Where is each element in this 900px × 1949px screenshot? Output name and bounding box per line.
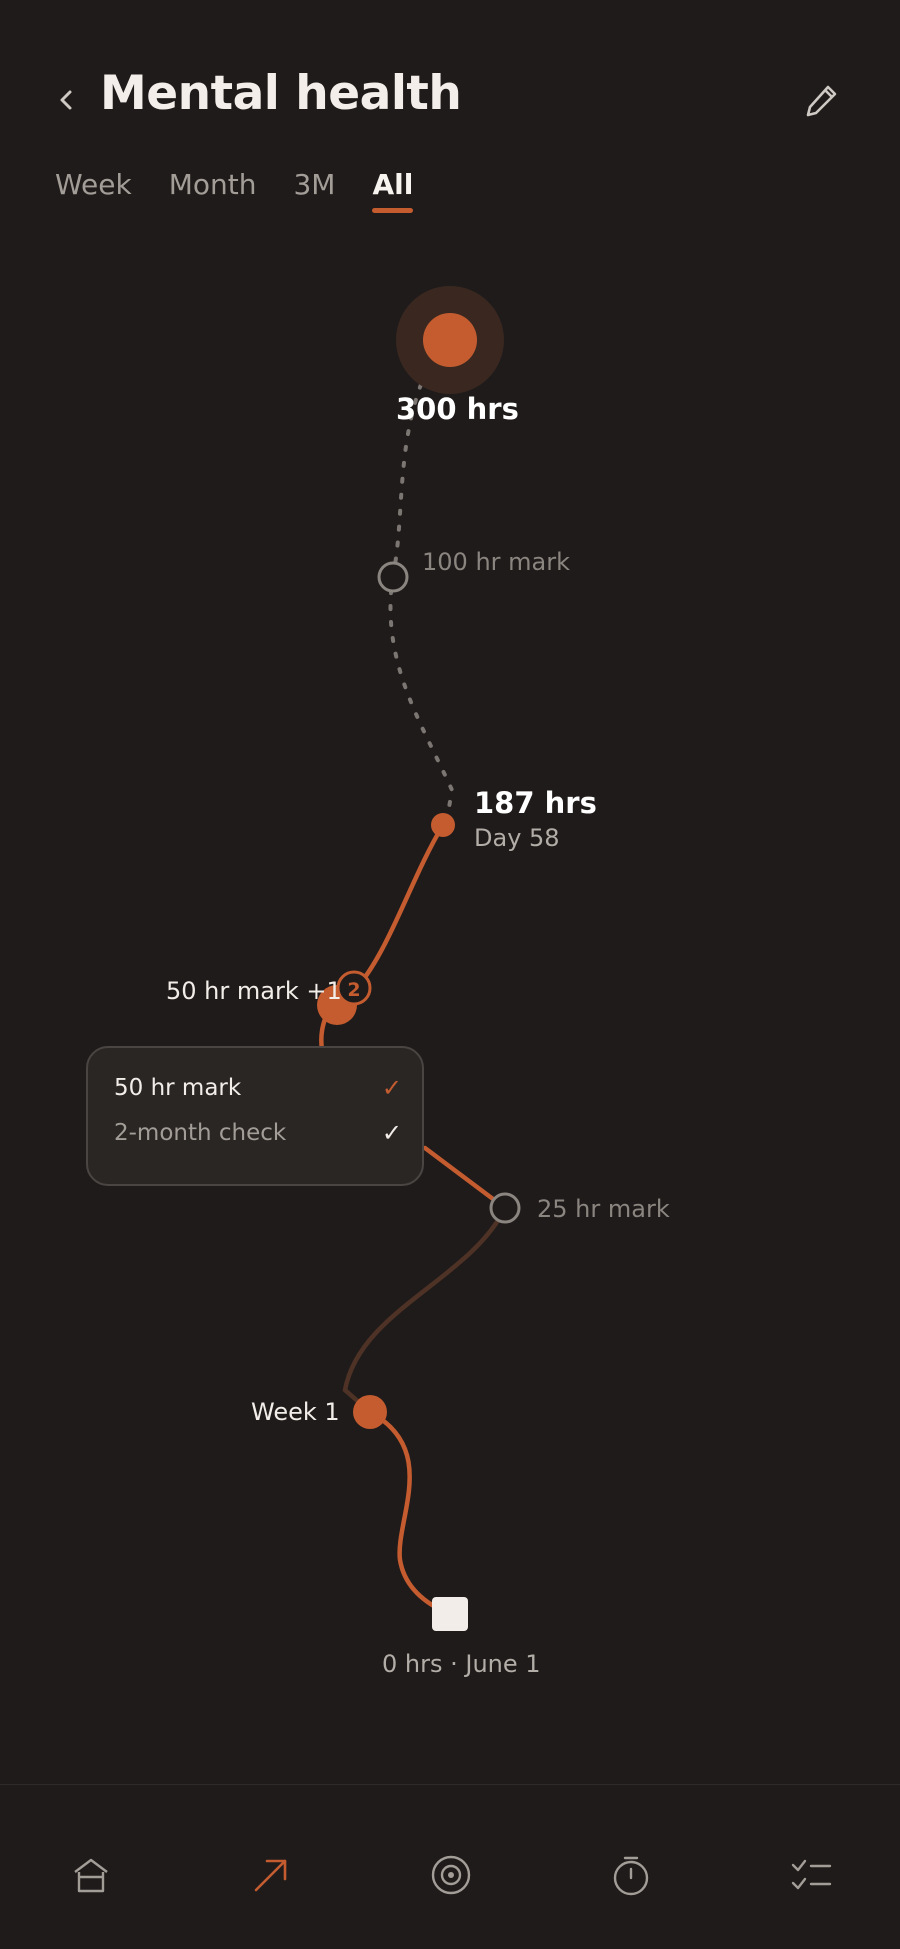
home-icon — [74, 1858, 108, 1893]
nav-goals[interactable] — [421, 1845, 481, 1905]
timer-icon — [613, 1856, 649, 1896]
current-node — [431, 813, 455, 837]
milestone-popover: 50 hr mark ✓ 2-month check ✓ — [86, 1046, 424, 1186]
nav-home[interactable] — [61, 1845, 121, 1905]
popover-item-label: 2-month check — [114, 1120, 287, 1146]
check-icon: ✓ — [381, 1119, 402, 1147]
nav-timer[interactable] — [601, 1845, 661, 1905]
trend-arrow-icon — [254, 1859, 287, 1892]
target-icon — [431, 1855, 471, 1895]
week1-label: Week 1 — [251, 1398, 340, 1426]
progress-path-start — [367, 1409, 448, 1615]
week1-node — [353, 1395, 387, 1429]
current-hours-label: 187 hrs — [474, 786, 597, 820]
milestone-50-label[interactable]: 50 hr mark +1 — [166, 977, 342, 1005]
goal-label: 300 hrs — [396, 392, 519, 426]
milestone-25-node — [489, 1192, 521, 1224]
milestone-100-node — [377, 561, 409, 593]
future-path — [388, 368, 455, 827]
milestone-100-label: 100 hr mark — [422, 548, 570, 576]
progress-path-faded — [342, 1205, 508, 1415]
popover-item[interactable]: 2-month check ✓ — [114, 1115, 402, 1151]
start-label: 0 hrs · June 1 — [382, 1650, 541, 1678]
progress-timeline: 2 — [317, 286, 521, 1631]
milestone-25-label: 25 hr mark — [537, 1195, 670, 1223]
progress-path-recent — [352, 822, 446, 993]
current-day-label: Day 58 — [474, 824, 560, 852]
checklist-icon — [791, 1859, 832, 1890]
popover-item-label: 50 hr mark — [114, 1075, 242, 1101]
goal-node — [423, 313, 477, 367]
bottom-nav — [0, 1784, 900, 1949]
check-icon: ✓ — [381, 1074, 402, 1102]
nav-progress[interactable] — [241, 1845, 301, 1905]
popover-item[interactable]: 50 hr mark ✓ — [114, 1070, 402, 1106]
nav-tasks[interactable] — [781, 1845, 841, 1905]
milestone-50-badge-count: 2 — [347, 979, 360, 1001]
start-node — [432, 1597, 468, 1631]
